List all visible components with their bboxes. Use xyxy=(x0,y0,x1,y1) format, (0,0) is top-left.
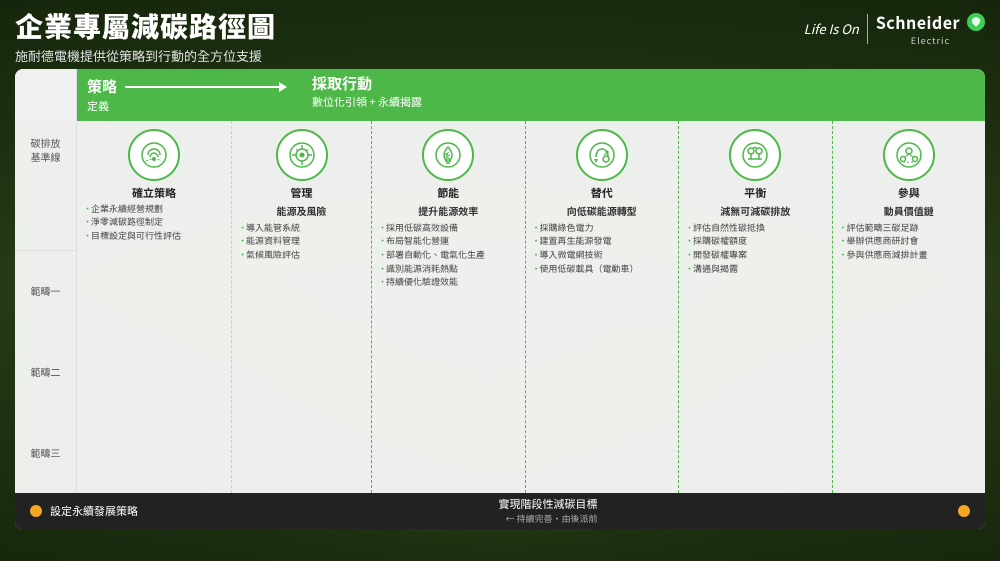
balance-bullet-4: 溝通與揭露 xyxy=(685,263,826,276)
footer-dot-right xyxy=(958,505,970,517)
balance-icon xyxy=(729,129,781,181)
life-is-on-text: Life Is On xyxy=(804,19,859,38)
title-block: 企業專屬減碳路徑圖 施耐德電機提供從策略到行動的全方位支援 xyxy=(15,10,276,65)
scope-labels: 範疇一 範疇二 範疇三 xyxy=(15,251,76,493)
header: 企業專屬減碳路徑圖 施耐德電機提供從策略到行動的全方位支援 Life Is On… xyxy=(15,10,985,65)
page-container: 企業專屬減碳路徑圖 施耐德電機提供從策略到行動的全方位支援 Life Is On… xyxy=(0,0,1000,561)
strategy-section: 策略 定義 xyxy=(77,69,297,121)
brand-name: Schneider xyxy=(876,10,960,34)
establish-bullet-2: 淨零減碳路徑制定 xyxy=(83,216,225,229)
col-engage: 參與 動員價值鏈 評估範疇三碳足跡 舉辦供應商研討會 參與供應商減排計畫 xyxy=(833,121,986,493)
efficiency-bullet-2: 布局智能化營運 xyxy=(378,235,519,248)
replace-bullet-2: 建置再生能源發電 xyxy=(532,235,673,248)
action-sublabel: 數位化引領 + 永續揭露 xyxy=(312,94,970,110)
establish-title: 確立策略 xyxy=(132,186,176,200)
card-footer: 設定永續發展策略 實現階段性減碳目標 ← 持續完善・由後派前 xyxy=(15,493,985,529)
manage-bullet-3: 氣候風險評估 xyxy=(238,249,365,262)
schneider-logo: Schneider Electric xyxy=(876,10,985,47)
balance-bullet-2: 採購碳權額度 xyxy=(685,235,826,248)
footer-right-sub: ← 持續完善・由後派前 xyxy=(505,512,597,525)
se-icon xyxy=(967,13,985,31)
balance-title2: 減無可減碳排放 xyxy=(720,203,790,218)
engage-bullet-1: 評估範疇三碳足跡 xyxy=(839,222,980,235)
col-efficiency: 節能 提升能源效率 採用低碳高效設備 布局智能化營運 部署自動化、電氣化生產 識… xyxy=(372,121,526,493)
main-title: 企業專屬減碳路徑圖 xyxy=(15,10,276,44)
manage-icon xyxy=(276,129,328,181)
col-balance: 平衡 減無可減碳排放 評估自然性碳抵換 採購碳權額度 開發碳權專案 溝通與揭露 xyxy=(679,121,833,493)
efficiency-bullet-4: 識別能源消耗熱點 xyxy=(378,263,519,276)
footer-right-text: 實現階段性減碳目標 xyxy=(499,496,598,512)
balance-bullet-1: 評估自然性碳抵換 xyxy=(685,222,826,235)
balance-title: 平衡 xyxy=(744,186,766,200)
logo-block: Life Is On Schneider Electric xyxy=(804,10,985,47)
balance-bullet-3: 開發碳權專案 xyxy=(685,249,826,262)
engage-bullet-2: 舉辦供應商研討會 xyxy=(839,235,980,248)
strategy-label: 策略 xyxy=(87,76,117,97)
manage-title: 管理 xyxy=(291,186,313,200)
efficiency-bullet-3: 部署自動化、電氣化生產 xyxy=(378,249,519,262)
arrow-head xyxy=(279,82,287,92)
establish-bullet-3: 目標設定與可行性評估 xyxy=(83,230,225,243)
replace-bullet-1: 採購綠色電力 xyxy=(532,222,673,235)
establish-bullet-1: 企業永續經營規劃 xyxy=(83,203,225,216)
carbon-text: 碳排放基準線 xyxy=(31,136,61,164)
replace-title: 替代 xyxy=(591,186,613,200)
manage-bullets: 導入能管系統 能源資料管理 氣候風險評估 xyxy=(238,222,365,263)
engage-title2: 動員價值鏈 xyxy=(884,203,934,218)
efficiency-title: 節能 xyxy=(437,186,459,200)
replace-bullet-3: 導入微電網技術 xyxy=(532,249,673,262)
main-card: 策略 定義 採取行動 數位化引領 + 永續揭露 碳排放基準線 xyxy=(15,69,985,529)
footer-dot-left xyxy=(30,505,42,517)
replace-title2: 向低碳能源轉型 xyxy=(567,203,637,218)
balance-bullets: 評估自然性碳抵換 採購碳權額度 開發碳權專案 溝通與揭露 xyxy=(685,222,826,276)
efficiency-bullet-1: 採用低碳高效設備 xyxy=(378,222,519,235)
engage-icon xyxy=(883,129,935,181)
establish-icon xyxy=(128,129,180,181)
subtitle: 施耐德電機提供從策略到行動的全方位支援 xyxy=(15,46,276,65)
engage-bullets: 評估範疇三碳足跡 舉辦供應商研討會 參與供應商減排計畫 xyxy=(839,222,980,263)
action-section: 採取行動 數位化引領 + 永續揭露 xyxy=(297,69,985,121)
replace-bullet-4: 使用低碳載具（電動車） xyxy=(532,263,673,276)
engage-bullet-3: 參與供應商減排計畫 xyxy=(839,249,980,262)
establish-bullets: 企業永續經營規劃 淨零減碳路徑制定 目標設定與可行性評估 xyxy=(83,203,225,244)
brand-sub: Electric xyxy=(911,34,950,47)
manage-title2: 能源及風險 xyxy=(277,203,327,218)
scope2-label: 範疇二 xyxy=(15,332,76,413)
col-manage: 管理 能源及風險 導入能管系統 能源資料管理 氣候風險評估 xyxy=(232,121,372,493)
col-replace: 替代 向低碳能源轉型 採購綠色電力 建置再生能源發電 導入微電網技術 使用低碳載… xyxy=(526,121,680,493)
strategy-sublabel: 定義 xyxy=(87,98,287,114)
replace-bullets: 採購綠色電力 建置再生能源發電 導入微電網技術 使用低碳載具（電動車） xyxy=(532,222,673,276)
card-header: 策略 定義 採取行動 數位化引領 + 永續揭露 xyxy=(15,69,985,121)
replace-icon xyxy=(576,129,628,181)
efficiency-bullets: 採用低碳高效設備 布局智能化營運 部署自動化、電氣化生產 識別能源消耗熱點 持續… xyxy=(378,222,519,290)
col-establish: 確立策略 企業永續經營規劃 淨零減碳路徑制定 目標設定與可行性評估 xyxy=(77,121,232,493)
arrow-line xyxy=(125,86,279,88)
manage-bullet-1: 導入能管系統 xyxy=(238,222,365,235)
carbon-baseline-label: 碳排放基準線 xyxy=(15,121,76,251)
efficiency-title2: 提升能源效率 xyxy=(418,203,478,218)
header-left-spacer xyxy=(15,69,77,121)
footer-left-text: 設定永續發展策略 xyxy=(50,503,138,519)
logo-divider xyxy=(867,14,868,44)
sidebar: 碳排放基準線 範疇一 範疇二 範疇三 xyxy=(15,121,77,493)
efficiency-bullet-5: 持續優化驗證效能 xyxy=(378,276,519,289)
columns-area: 確立策略 企業永續經營規劃 淨零減碳路徑制定 目標設定與可行性評估 xyxy=(77,121,985,493)
efficiency-icon xyxy=(422,129,474,181)
scope1-label: 範疇一 xyxy=(15,251,76,332)
footer-right: 實現階段性減碳目標 ← 持續完善・由後派前 xyxy=(499,496,598,525)
engage-title: 參與 xyxy=(898,186,920,200)
scope3-label: 範疇三 xyxy=(15,413,76,493)
manage-bullet-2: 能源資料管理 xyxy=(238,235,365,248)
content-area: 碳排放基準線 範疇一 範疇二 範疇三 xyxy=(15,121,985,493)
action-label: 採取行動 xyxy=(312,73,970,94)
footer-left: 設定永續發展策略 xyxy=(30,503,138,519)
